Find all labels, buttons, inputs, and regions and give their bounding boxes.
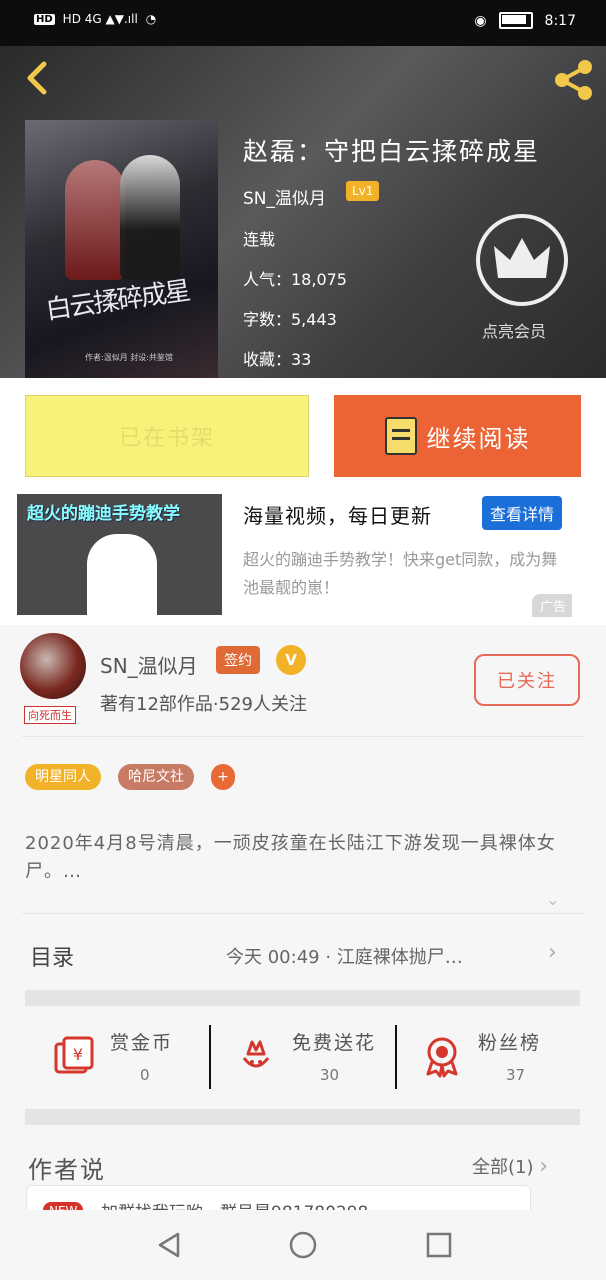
cover-figure-left bbox=[65, 160, 125, 280]
add-tag-button[interactable]: + bbox=[211, 764, 235, 790]
divider bbox=[22, 736, 584, 737]
svg-text:¥: ¥ bbox=[73, 1045, 83, 1064]
coin-envelope-icon: ¥ bbox=[54, 1036, 94, 1074]
reward-coin-stat[interactable]: ¥ 赏金币 0 bbox=[30, 1028, 205, 1088]
cover-subtitle: 作者:温似月 封设:共鉴馆 bbox=[85, 353, 173, 362]
book-icon bbox=[384, 417, 417, 455]
network-indicator: HD 4G ▲▼.ıll bbox=[62, 12, 138, 26]
reward-coin-value: 0 bbox=[140, 1066, 150, 1084]
ad-tag: 广告 bbox=[532, 594, 573, 617]
author-says-title: 作者说 bbox=[28, 1156, 106, 1184]
toc-label[interactable]: 目录 bbox=[30, 940, 74, 972]
divider bbox=[22, 913, 584, 914]
synopsis-text[interactable]: 2020年4月8号清晨，一顽皮孩童在长陆江下游发现一具裸体女尸。… bbox=[25, 830, 585, 886]
fan-ranking-label: 粉丝榜 bbox=[478, 1032, 542, 1054]
fan-ranking-value: 37 bbox=[506, 1066, 526, 1084]
toc-latest-chapter[interactable]: 今天 00:49 · 江庭裸体抛尸… bbox=[226, 943, 463, 969]
nav-back-icon[interactable] bbox=[154, 1230, 184, 1260]
ad-headline[interactable]: 海量视频，每日更新 bbox=[243, 500, 432, 529]
share-icon[interactable] bbox=[552, 58, 596, 102]
continue-reading-button[interactable]: 继续阅读 bbox=[334, 395, 581, 477]
cover-figure-right bbox=[120, 155, 180, 280]
section-separator bbox=[25, 990, 580, 1006]
ad-image-title: 超火的蹦迪手势教学 bbox=[27, 504, 180, 524]
ad-silhouette bbox=[87, 534, 157, 615]
follow-button[interactable]: 已关注 bbox=[474, 654, 580, 706]
ad-description: 超火的蹦迪手势教学！快来get同款，成为舞池最靓的崽！ bbox=[243, 550, 558, 597]
battery-icon bbox=[498, 12, 533, 29]
membership-label[interactable]: 点亮会员 bbox=[482, 318, 546, 342]
notification-icon: ◔ bbox=[145, 12, 157, 26]
verified-badge-icon: V bbox=[276, 645, 306, 675]
status-bar-left: HD HD 4G ▲▼.ıll ◔ bbox=[34, 12, 156, 26]
author-name[interactable]: SN_温似月 bbox=[100, 650, 198, 679]
free-flower-value: 30 bbox=[320, 1066, 340, 1084]
crown-icon[interactable] bbox=[474, 212, 570, 308]
signed-badge: 签约 bbox=[216, 646, 260, 674]
status-time: 8:17 bbox=[544, 12, 576, 29]
author-says-all-link[interactable]: 全部(1) › bbox=[472, 1153, 548, 1179]
avatar-tag: 向死而生 bbox=[24, 706, 76, 724]
fan-ranking-stat[interactable]: 粉丝榜 37 bbox=[398, 1028, 573, 1088]
nav-recents-icon[interactable] bbox=[424, 1230, 454, 1260]
medal-icon bbox=[426, 1037, 458, 1078]
book-author[interactable]: SN_温似月 bbox=[243, 184, 326, 209]
status-bar-right: ◉ 8:17 bbox=[474, 12, 576, 29]
status-bar: HD HD 4G ▲▼.ıll ◔ ◉ 8:17 bbox=[0, 0, 606, 46]
hd-badge: HD bbox=[34, 13, 55, 25]
author-works-count: 著有12部作品·529人关注 bbox=[100, 694, 307, 715]
author-says-all-label: 全部(1) bbox=[472, 1157, 534, 1178]
back-arrow-icon[interactable] bbox=[18, 58, 58, 98]
author-avatar[interactable] bbox=[20, 633, 86, 699]
eye-icon: ◉ bbox=[474, 12, 487, 29]
book-status: 连载 bbox=[243, 230, 276, 249]
book-favorites: 收藏：33 bbox=[243, 350, 312, 369]
chevron-right-icon: › bbox=[539, 1154, 549, 1179]
tag-club[interactable]: 哈尼文社 bbox=[118, 764, 194, 790]
nav-home-icon[interactable] bbox=[288, 1230, 318, 1260]
free-flower-label: 免费送花 bbox=[292, 1032, 377, 1054]
author-level-badge: Lv1 bbox=[346, 181, 380, 201]
tag-celebrity-fanfic[interactable]: 明星同人 bbox=[25, 764, 101, 790]
expand-chevron-down-icon[interactable]: ⌄ bbox=[546, 890, 559, 909]
book-cover-image[interactable]: 白云揉碎成星 作者:温似月 封设:共鉴馆 bbox=[25, 120, 218, 378]
ad-detail-button[interactable]: 查看详情 bbox=[482, 496, 563, 530]
book-popularity: 人气：18,075 bbox=[243, 270, 347, 289]
in-shelf-button[interactable]: 已在书架 bbox=[25, 395, 309, 477]
section-separator bbox=[25, 1109, 580, 1125]
ad-image[interactable]: 超火的蹦迪手势教学 bbox=[17, 494, 222, 615]
stat-divider bbox=[209, 1025, 211, 1089]
continue-reading-label: 继续阅读 bbox=[426, 424, 531, 453]
toc-chevron-right-icon[interactable]: › bbox=[548, 940, 557, 965]
book-title: 赵磊：守把白云揉碎成星 bbox=[243, 137, 541, 166]
book-word-count: 字数：5,443 bbox=[243, 310, 337, 329]
flower-icon bbox=[242, 1040, 270, 1068]
reward-coin-label: 赏金币 bbox=[110, 1032, 174, 1054]
stat-divider bbox=[395, 1025, 397, 1089]
free-flower-stat[interactable]: 免费送花 30 bbox=[212, 1028, 387, 1088]
